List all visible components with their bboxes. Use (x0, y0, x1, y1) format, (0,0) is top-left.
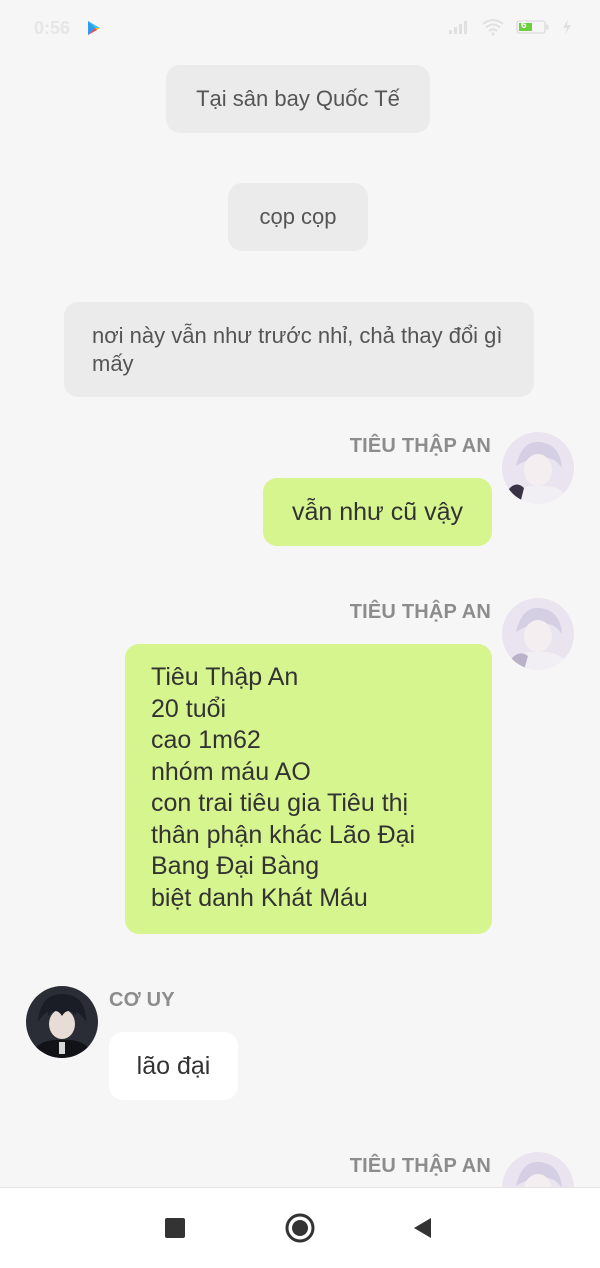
battery-icon: 6 (516, 19, 550, 35)
charging-icon (563, 19, 571, 35)
narration-bubble: cọp cọp (228, 183, 368, 251)
signal-icon (449, 21, 467, 34)
message-line: Tiêu Thập An (151, 663, 299, 691)
navigation-bar (0, 1187, 600, 1268)
message-line: thân phận khác Lão Đại (151, 820, 416, 849)
avatar[interactable] (502, 432, 574, 504)
message-bubble[interactable]: lão đại (109, 1032, 238, 1100)
message-bubble[interactable]: Tiêu Thập An 20 tuổi cao 1m62 nhóm máu A… (125, 644, 492, 934)
status-bar: 0:56 6 (0, 0, 600, 58)
wifi-icon (482, 19, 504, 36)
status-time: 0:56 (34, 18, 71, 38)
sender-name: TIÊU THẬP AN (349, 435, 491, 457)
recent-apps-button[interactable] (135, 1188, 215, 1268)
narration-text: cọp cọp (259, 204, 337, 229)
narration-text: nơi này vẫn như trước nhỉ, chả thay đổi … (92, 323, 503, 376)
sender-name: TIÊU THẬP AN (349, 1155, 491, 1177)
message-line: biệt danh Khát Máu (151, 883, 368, 912)
narration-bubble: nơi này vẫn như trước nhỉ, chả thay đổi … (64, 302, 534, 397)
message-text: vẫn như cũ vậy (292, 497, 463, 526)
message-line: con trai tiêu gia Tiêu thị (151, 789, 409, 817)
recent-apps-icon (165, 1218, 185, 1238)
home-icon (285, 1213, 315, 1243)
message-line: cao 1m62 (151, 726, 261, 754)
status-icons: 6 (448, 18, 572, 36)
message-line: 20 tuổi (151, 694, 227, 723)
message-line: nhóm máu AO (151, 757, 311, 786)
sender-name: TIÊU THẬP AN (349, 601, 491, 623)
avatar[interactable] (502, 598, 574, 670)
message-bubble[interactable]: vẫn như cũ vậy (263, 478, 492, 546)
message-line: Bang Đại Bàng (151, 852, 320, 880)
sender-name: CƠ UY (109, 989, 175, 1011)
back-button[interactable] (382, 1188, 462, 1268)
battery-level: 6 (521, 20, 527, 31)
narration-bubble: Tại sân bay Quốc Tế (166, 65, 430, 133)
play-store-icon (88, 21, 100, 35)
home-button[interactable] (260, 1188, 340, 1268)
avatar[interactable] (26, 986, 98, 1058)
narration-text: Tại sân bay Quốc Tế (196, 86, 400, 111)
message-text: lão đại (136, 1051, 211, 1080)
back-icon (414, 1218, 431, 1238)
